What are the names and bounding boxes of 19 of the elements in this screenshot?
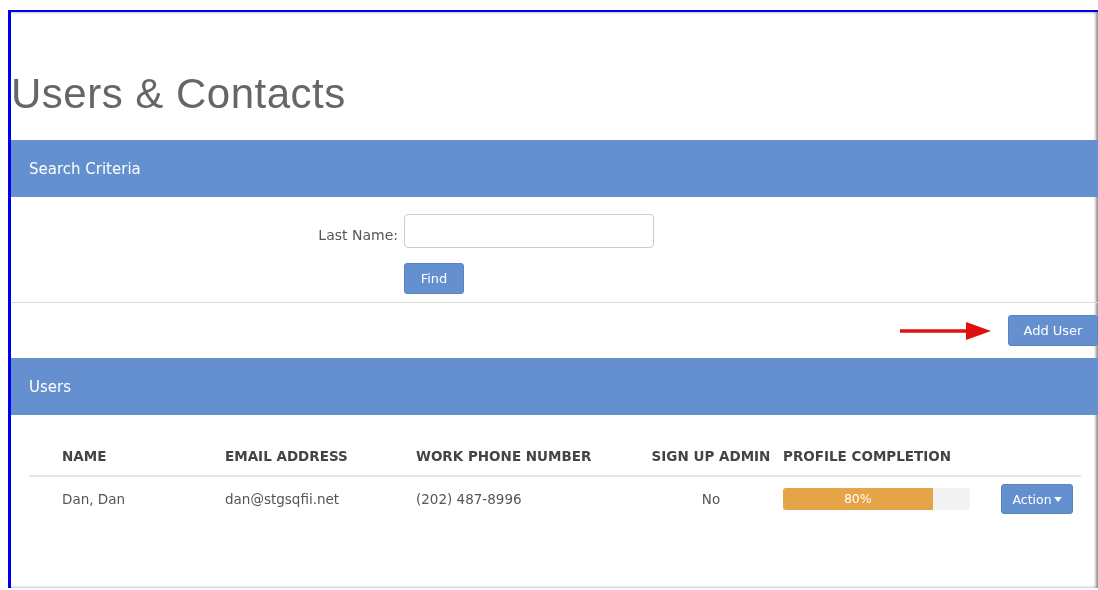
column-header: SIGN UP ADMIN <box>651 448 771 464</box>
table-cell: (202) 487-8996 <box>416 491 522 507</box>
column-header: PROFILE COMPLETION <box>783 448 952 464</box>
action-button[interactable]: Action <box>1001 484 1073 514</box>
column-header: EMAIL ADDRESS <box>225 448 348 464</box>
caret-icon <box>1053 496 1062 502</box>
column-header: NAME <box>62 448 107 464</box>
last-name-field[interactable] <box>404 214 654 248</box>
table-cell: dan@stgsqfii.net <box>225 491 340 507</box>
table-cell: No <box>701 491 721 507</box>
find-button[interactable]: Find <box>404 262 464 294</box>
add-user-button[interactable]: Add User <box>1008 315 1098 346</box>
column-header: WORK PHONE NUMBER <box>416 448 592 464</box>
progress-label: 80% <box>842 490 873 508</box>
section-title: Users <box>29 377 71 396</box>
field-label: Last Name: <box>318 227 398 244</box>
page-title: Users & Contacts <box>11 70 346 118</box>
section-title: Search Criteria <box>29 159 141 178</box>
table-cell: Dan, Dan <box>62 491 126 507</box>
